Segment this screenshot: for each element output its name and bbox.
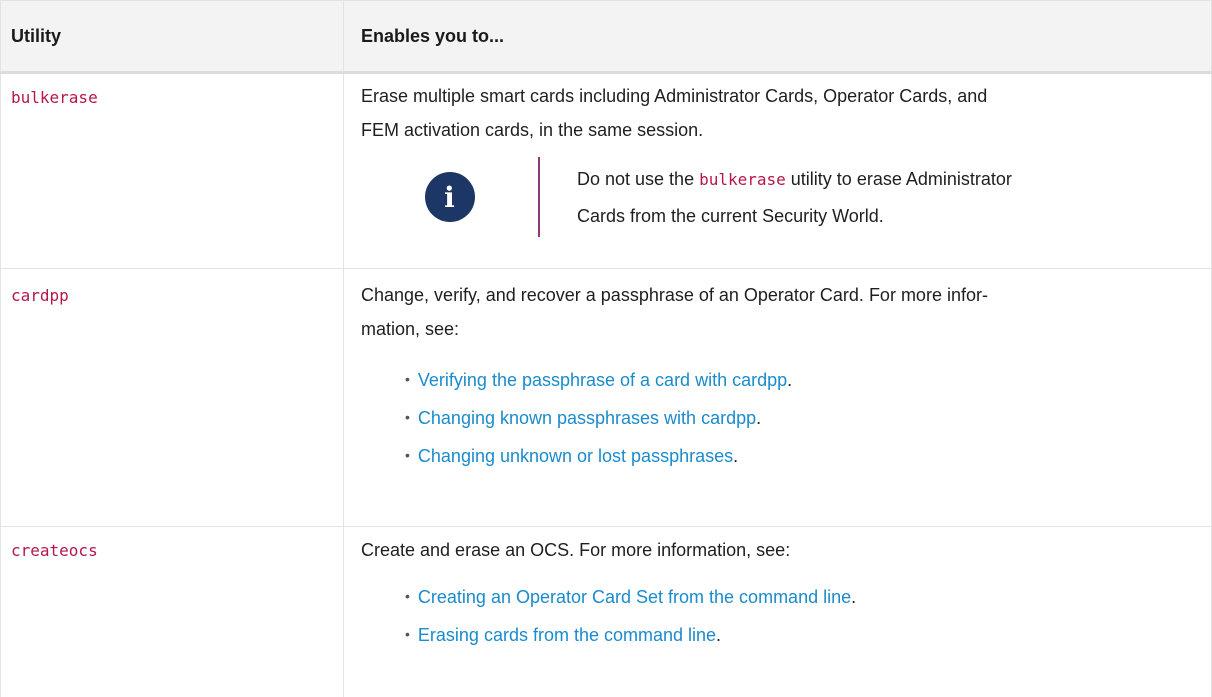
list-item: • Creating an Operator Card Set from the …: [405, 587, 857, 607]
bullet-icon: •: [405, 588, 410, 604]
list-item: • Erasing cards from the command line.: [405, 625, 722, 645]
table-row: bulkerase Erase multiple smart cards inc…: [0, 74, 1212, 269]
header-utility: Utility: [0, 1, 344, 71]
link-changing-unknown-passphrases[interactable]: Changing unknown or lost passphrases: [418, 446, 733, 466]
link-creating-ocs[interactable]: Creating an Operator Card Set from the c…: [418, 587, 851, 607]
utility-cell: cardpp: [0, 269, 344, 526]
bullet-icon: •: [405, 371, 410, 387]
description-cell: Erase multiple smart cards including Adm…: [344, 74, 1212, 268]
utility-name: bulkerase: [11, 88, 98, 107]
utility-cell: createocs: [0, 527, 344, 697]
link-list: • Creating an Operator Card Set from the …: [361, 579, 1197, 655]
description-text: Erase multiple smart cards including Adm…: [361, 86, 988, 140]
description-text: Create and erase an OCS. For more inform…: [361, 540, 791, 560]
list-item: • Changing known passphrases with cardpp.: [405, 408, 762, 428]
description-text: Change, verify, and recover a passphrase…: [361, 285, 988, 339]
bullet-icon: •: [405, 626, 410, 642]
utility-name: cardpp: [11, 286, 69, 305]
link-list: • Verifying the passphrase of a card with…: [361, 362, 1197, 476]
note-code: bulkerase: [699, 169, 786, 189]
utility-name: createocs: [11, 541, 98, 560]
bullet-icon: •: [405, 447, 410, 463]
note-divider: [538, 157, 540, 237]
description-cell: Create and erase an OCS. For more inform…: [344, 527, 1212, 697]
utility-cell: bulkerase: [0, 74, 344, 268]
note-callout: i Do not use the bulkerase utility to er…: [361, 157, 1197, 237]
table-row: cardpp Change, verify, and recover a pas…: [0, 269, 1212, 527]
description-cell: Change, verify, and recover a passphrase…: [344, 269, 1212, 526]
header-enables-you-to: Enables you to...: [344, 1, 1212, 71]
utilities-table: Utility Enables you to... bulkerase Eras…: [0, 0, 1212, 697]
bullet-icon: •: [405, 409, 410, 425]
table-row: createocs Create and erase an OCS. For m…: [0, 527, 1212, 697]
link-erasing-cards[interactable]: Erasing cards from the command line: [418, 625, 716, 645]
list-item: • Verifying the passphrase of a card with…: [405, 370, 793, 390]
link-verifying-passphrase[interactable]: Verifying the passphrase of a card with …: [418, 370, 787, 390]
link-changing-known-passphrases[interactable]: Changing known passphrases with cardpp: [418, 408, 756, 428]
info-icon: i: [424, 172, 475, 222]
table-header-row: Utility Enables you to...: [0, 1, 1212, 74]
note-text: Do not use the bulkerase utility to eras…: [577, 168, 1012, 226]
list-item: • Changing unknown or lost passphrases.: [405, 446, 739, 466]
